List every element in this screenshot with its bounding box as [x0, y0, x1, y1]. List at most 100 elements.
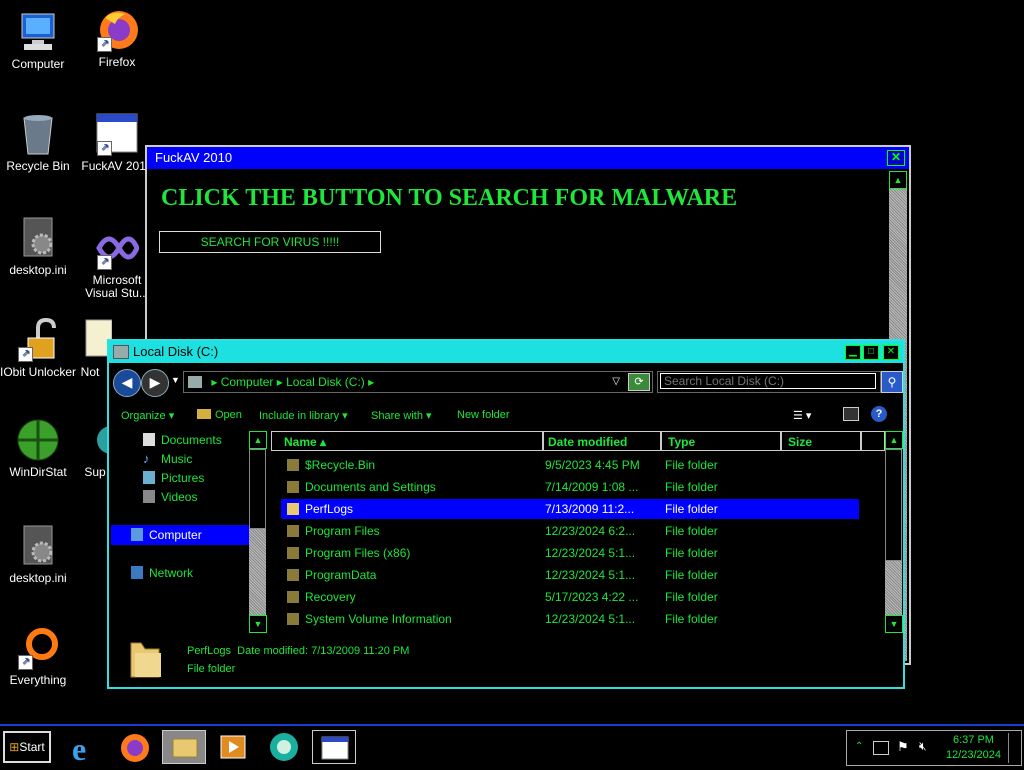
close-button[interactable]: ✕ — [887, 150, 905, 166]
maximize-button[interactable]: □ — [863, 345, 879, 360]
teal-app-icon — [270, 733, 298, 761]
command-bar: Organize ▾ Open Include in library ▾ Sha… — [109, 401, 903, 429]
clock-time: 6:37 PM — [952, 734, 994, 746]
cell-date: 12/23/2024 5:1... — [545, 568, 636, 582]
taskbar: ⊞Start e ⌃ ⚑ 🔇︎ 6:37 PM 12/23/2024 — [0, 724, 1024, 770]
back-arrow-icon[interactable]: ◀ — [113, 369, 141, 397]
column-header-size[interactable]: Size — [781, 431, 861, 451]
column-header-date[interactable]: Date modified — [543, 431, 661, 451]
organize-button[interactable]: Organize ▾ — [121, 409, 174, 422]
desktop-icon-label: Not — [80, 365, 100, 379]
cell-type: File folder — [665, 458, 718, 472]
computer-icon — [16, 10, 60, 54]
forward-arrow-icon[interactable]: ▶ — [141, 369, 169, 397]
column-header-name[interactable]: Name ▴ — [271, 431, 543, 451]
show-desktop-button[interactable] — [1008, 733, 1019, 763]
cell-date: 7/13/2009 11:2... — [545, 502, 635, 516]
table-row[interactable]: Program Files 12/23/2024 6:2... File folde… — [281, 521, 859, 541]
av-window-title: FuckAV 2010 — [155, 150, 233, 165]
nav-item-pictures[interactable]: Pictures — [143, 469, 204, 487]
navigation-pane: Documents ♪ Music Pictures Videos Compute… — [109, 431, 249, 631]
taskbar-internet-explorer[interactable]: e — [64, 730, 108, 767]
column-header-type[interactable]: Type — [661, 431, 781, 451]
table-row[interactable]: $Recycle.Bin 9/5/2023 4:45 PM File folder — [281, 455, 859, 475]
recent-pages-chevron-icon[interactable]: ▼ — [171, 375, 180, 385]
desktop-icon-firefox[interactable]: ↗ Firefox — [77, 8, 157, 69]
desktop-icon-computer[interactable]: Computer — [0, 10, 78, 71]
scroll-thumb[interactable] — [249, 449, 266, 529]
explorer-titlebar[interactable]: Local Disk (C:) ▁ □ ✕ — [109, 341, 903, 363]
breadcrumb-local-disk[interactable]: Local Disk (C:) — [286, 375, 365, 389]
taskbar-media-player[interactable] — [211, 730, 255, 764]
action-center-flag-icon[interactable]: ⚑ — [897, 739, 909, 755]
table-row[interactable]: Documents and Settings 7/14/2009 1:08 ...… — [281, 477, 859, 497]
table-row[interactable]: Program Files (x86) 12/23/2024 5:1... File… — [281, 543, 859, 563]
taskbar-app[interactable] — [262, 730, 306, 764]
nav-item-music[interactable]: ♪ Music — [143, 450, 192, 468]
shortcut-arrow-icon: ↗ — [18, 655, 33, 670]
notification-area: ⌃ ⚑ 🔇︎ 6:37 PM 12/23/2024 — [846, 730, 1022, 766]
desktop-icon-desktop-ini-2[interactable]: desktop.ini — [0, 524, 78, 585]
scroll-up-icon[interactable]: ▲ — [249, 431, 267, 449]
drive-icon — [113, 345, 129, 359]
recycle-bin-icon — [16, 112, 60, 156]
table-row[interactable]: System Volume Information 12/23/2024 5:1.… — [281, 609, 859, 629]
show-hidden-icons-icon[interactable]: ⌃ — [855, 741, 863, 752]
taskbar-fuckav[interactable] — [312, 730, 356, 764]
table-row[interactable]: ProgramData 12/23/2024 5:1... File folder — [281, 565, 859, 585]
share-with-button[interactable]: Share with ▾ — [371, 409, 432, 422]
volume-muted-icon[interactable]: 🔇︎ — [919, 739, 927, 754]
help-icon[interactable]: ? — [871, 406, 887, 422]
taskbar-firefox[interactable] — [113, 730, 157, 764]
table-row[interactable]: Recovery 5/17/2023 4:22 ... File folder — [281, 587, 859, 607]
scroll-up-icon[interactable]: ▲ — [885, 431, 903, 449]
new-folder-button[interactable]: New folder — [457, 409, 510, 421]
minimize-button[interactable]: ▁ — [845, 345, 861, 360]
address-bar[interactable]: ▸ Computer ▸ Local Disk (C:) ▸ ▽ ⟳ — [183, 371, 653, 393]
scroll-thumb[interactable] — [885, 449, 902, 561]
nav-item-videos[interactable]: Videos — [143, 488, 197, 506]
start-button[interactable]: ⊞Start — [3, 731, 51, 763]
nav-item-computer[interactable]: Computer — [131, 526, 202, 544]
file-list-scrollbar[interactable]: ▲ ▼ — [885, 431, 903, 633]
search-box[interactable] — [657, 371, 881, 393]
taskbar-explorer[interactable] — [162, 730, 206, 764]
desktop-icon-label: Sup — [84, 465, 106, 479]
network-tray-icon[interactable] — [873, 741, 889, 755]
search-icon[interactable]: ⚲ — [881, 371, 903, 393]
scroll-down-icon[interactable]: ▼ — [249, 615, 267, 633]
preview-pane-icon[interactable] — [843, 407, 859, 421]
application-window-icon: ↗ — [95, 112, 139, 156]
cell-type: File folder — [665, 502, 718, 516]
scroll-down-icon[interactable]: ▼ — [885, 615, 903, 633]
close-button[interactable]: ✕ — [883, 345, 899, 360]
folder-icon — [287, 503, 299, 515]
shortcut-arrow-icon: ↗ — [97, 255, 112, 270]
address-dropdown-icon[interactable]: ▽ — [612, 372, 620, 392]
view-options-icon[interactable]: ☰ ▾ — [793, 409, 811, 422]
scroll-up-icon[interactable]: ▲ — [889, 171, 907, 189]
cell-name: $Recycle.Bin — [305, 458, 376, 472]
include-in-library-button[interactable]: Include in library ▾ — [259, 409, 348, 422]
desktop-icon-label: WinDirStat — [9, 465, 67, 479]
open-button[interactable]: Open — [197, 409, 242, 421]
details-name: PerfLogs Date modified: 7/13/2009 11:20 … — [187, 645, 410, 657]
nav-item-documents[interactable]: Documents — [143, 431, 222, 449]
desktop-icon-desktop-ini[interactable]: desktop.ini — [0, 216, 78, 277]
folder-icon — [287, 547, 299, 559]
folder-icon — [287, 459, 299, 471]
search-input[interactable] — [660, 373, 876, 389]
nav-item-network[interactable]: Network — [131, 564, 193, 582]
av-window-titlebar[interactable]: FuckAV 2010 ✕ — [147, 147, 909, 169]
desktop-icon-windirstat[interactable]: WinDirStat — [0, 418, 78, 479]
desktop-icon-everything[interactable]: ↗ Everything — [0, 626, 78, 687]
folder-icon — [287, 591, 299, 603]
refresh-icon[interactable]: ⟳ — [628, 373, 650, 391]
table-row[interactable]: PerfLogs 7/13/2009 11:2... File folder — [281, 499, 859, 519]
desktop-icon-recycle-bin[interactable]: Recycle Bin — [0, 112, 78, 173]
nav-scrollbar[interactable]: ▲ ▼ — [249, 431, 267, 633]
cell-type: File folder — [665, 590, 718, 604]
system-clock[interactable]: 6:37 PM 12/23/2024 — [946, 733, 1001, 763]
breadcrumb-computer[interactable]: Computer — [221, 375, 274, 389]
search-for-virus-button[interactable]: SEARCH FOR VIRUS !!!!! — [159, 231, 381, 253]
